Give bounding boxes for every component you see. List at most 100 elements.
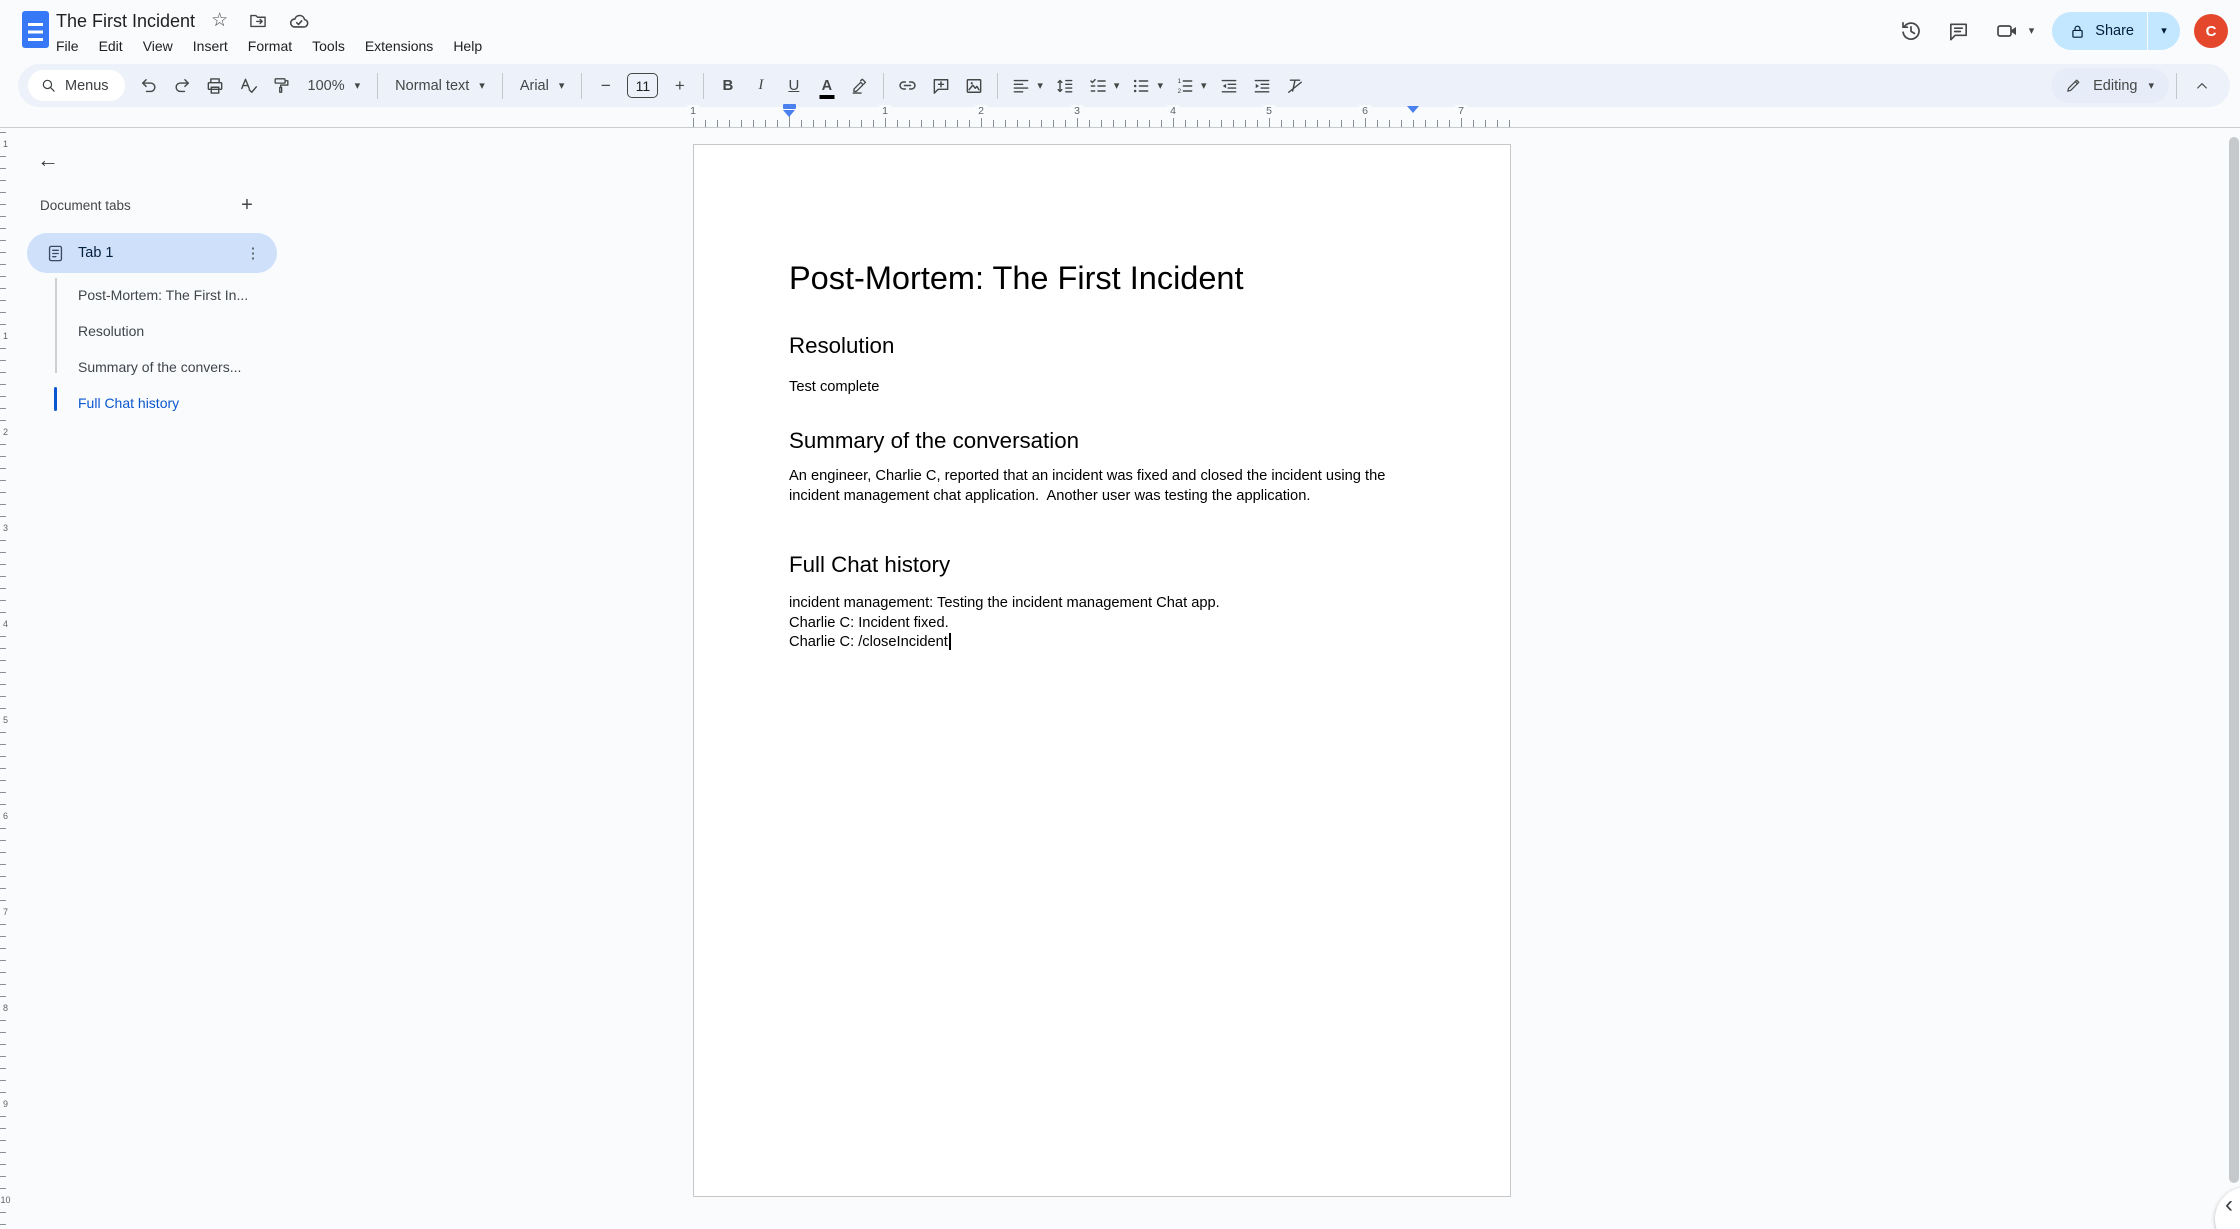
menu-item[interactable]: Help <box>443 33 492 59</box>
bulleted-list-icon <box>1131 76 1151 96</box>
add-tab-button[interactable]: + <box>228 186 266 224</box>
paint-format-icon <box>272 76 291 95</box>
add-comment-button[interactable] <box>924 69 957 102</box>
outline-item[interactable]: Post-Mortem: The First In... <box>0 277 330 313</box>
font-caret-icon: ▾ <box>559 80 565 92</box>
right-indent-marker[interactable] <box>1407 106 1419 113</box>
redo-button[interactable] <box>166 69 199 102</box>
spell-check-button[interactable] <box>232 69 265 102</box>
version-history-icon[interactable] <box>1889 9 1933 53</box>
move-folder-icon[interactable] <box>248 11 268 31</box>
close-sidebar-button[interactable]: ← <box>28 140 68 180</box>
insert-link-button[interactable] <box>891 69 924 102</box>
paragraph-style-select[interactable]: Normal text ▾ <box>385 78 495 94</box>
checklist-select[interactable]: ▾ <box>1082 76 1126 96</box>
numbered-list-icon: 12 <box>1175 76 1195 96</box>
text-color-button[interactable]: A <box>810 69 843 102</box>
menu-item[interactable]: Tools <box>302 33 355 59</box>
left-indent-marker[interactable] <box>783 110 795 117</box>
bulleted-list-select[interactable]: ▾ <box>1125 76 1169 96</box>
italic-button[interactable]: I <box>744 69 777 102</box>
cloud-saved-icon[interactable] <box>288 10 310 32</box>
insert-image-button[interactable] <box>957 69 990 102</box>
document-title[interactable]: The First Incident <box>56 11 195 32</box>
menu-item[interactable]: File <box>46 33 89 59</box>
hide-menus-button[interactable] <box>2184 68 2220 104</box>
align-caret-icon: ▾ <box>1037 80 1043 92</box>
share-options-button[interactable]: ▾ <box>2147 12 2180 50</box>
doc-heading-title[interactable]: Post-Mortem: The First Incident <box>789 259 1415 298</box>
top-right-actions: ▾ Share ▾ C <box>1889 0 2228 62</box>
menu-item[interactable]: Format <box>238 33 302 59</box>
increase-indent-button[interactable] <box>1246 69 1279 102</box>
docs-logo-icon[interactable] <box>22 11 49 48</box>
toolbar: Menus 100% ▾ Normal text ▾ Arial ▾ <box>18 64 2230 107</box>
collapse-panel-fab[interactable]: ‹ <box>2215 1187 2240 1229</box>
highlight-color-button[interactable] <box>843 69 876 102</box>
video-call-caret-icon[interactable]: ▾ <box>2029 25 2035 37</box>
sidebar-title: Document tabs <box>40 198 131 213</box>
outline-item[interactable]: Resolution <box>0 313 330 349</box>
meet-join-control[interactable]: ▾ <box>1985 9 2035 53</box>
menu-item[interactable]: View <box>133 33 183 59</box>
doc-heading-summary[interactable]: Summary of the conversation <box>789 428 1415 454</box>
doc-body-summary[interactable]: An engineer, Charlie C, reported that an… <box>789 466 1415 506</box>
numbered-list-select[interactable]: 12 ▾ <box>1169 76 1213 96</box>
font-size-increase-button[interactable]: + <box>663 69 696 102</box>
tab-label: Tab 1 <box>78 245 230 261</box>
menu-bar: FileEditViewInsertFormatToolsExtensionsH… <box>46 33 492 59</box>
editing-mode-select[interactable]: Editing ▾ <box>2051 68 2169 103</box>
doc-heading-chat[interactable]: Full Chat history <box>789 552 1415 578</box>
align-select[interactable]: ▾ <box>1005 76 1049 96</box>
horizontal-ruler[interactable]: 11234567 <box>693 104 1511 127</box>
image-icon <box>964 76 984 96</box>
outline-item[interactable]: Summary of the convers... <box>0 349 330 385</box>
ruler-number: 6 <box>1359 105 1371 118</box>
toolbar-divider <box>703 73 704 99</box>
paint-format-button[interactable] <box>265 69 298 102</box>
comments-icon[interactable] <box>1937 9 1981 53</box>
vertical-scrollbar[interactable] <box>2229 137 2239 1183</box>
chat-line[interactable]: Charlie C: /closeIncident <box>789 633 1415 653</box>
print-button[interactable] <box>199 69 232 102</box>
checklist-icon <box>1088 76 1108 96</box>
line-spacing-icon <box>1055 76 1075 96</box>
menu-item[interactable]: Edit <box>89 33 133 59</box>
clear-formatting-button[interactable] <box>1279 69 1312 102</box>
document-tabs-sidebar: ← Document tabs + Tab 1 ⋮ Post-Mortem: T… <box>0 128 440 1229</box>
share-button[interactable]: Share <box>2052 12 2147 50</box>
video-call-icon[interactable] <box>1985 9 2029 53</box>
numbered-list-caret-icon: ▾ <box>1201 80 1207 92</box>
decrease-indent-button[interactable] <box>1213 69 1246 102</box>
font-size-input[interactable]: 11 <box>627 73 658 98</box>
document-page[interactable]: Post-Mortem: The First Incident Resoluti… <box>693 144 1511 1197</box>
tab-options-icon[interactable]: ⋮ <box>243 244 263 262</box>
doc-chat-history[interactable]: incident management: Testing the inciden… <box>789 594 1415 653</box>
chat-line[interactable]: Charlie C: Incident fixed. <box>789 614 1415 634</box>
menu-item[interactable]: Insert <box>183 33 238 59</box>
docs-logo-lines <box>28 23 43 41</box>
menus-search-button[interactable]: Menus <box>28 70 125 101</box>
bold-button[interactable]: B <box>711 69 744 102</box>
doc-heading-resolution[interactable]: Resolution <box>789 333 1415 359</box>
toolbar-divider <box>502 73 503 99</box>
toolbar-right: Editing ▾ <box>2051 68 2220 104</box>
star-icon[interactable]: ☆ <box>211 11 228 31</box>
chat-line[interactable]: incident management: Testing the inciden… <box>789 594 1415 614</box>
font-size-decrease-button[interactable]: − <box>589 69 622 102</box>
doc-body-resolution[interactable]: Test complete <box>789 377 1415 397</box>
svg-text:2: 2 <box>1177 88 1181 95</box>
line-spacing-button[interactable] <box>1049 69 1082 102</box>
menu-item[interactable]: Extensions <box>355 33 443 59</box>
first-line-indent-marker[interactable] <box>783 104 796 109</box>
undo-button[interactable] <box>133 69 166 102</box>
account-avatar[interactable]: C <box>2194 14 2228 48</box>
zoom-select[interactable]: 100% ▾ <box>298 78 371 94</box>
outline-item[interactable]: Full Chat history <box>0 385 330 421</box>
tab-item-tab1[interactable]: Tab 1 ⋮ <box>27 233 277 273</box>
underline-button[interactable]: U <box>777 69 810 102</box>
font-family-select[interactable]: Arial ▾ <box>510 78 575 94</box>
ruler-number: 1 <box>687 105 699 118</box>
editing-mode-value: Editing <box>2093 78 2137 94</box>
text-color-icon: A <box>822 79 832 93</box>
